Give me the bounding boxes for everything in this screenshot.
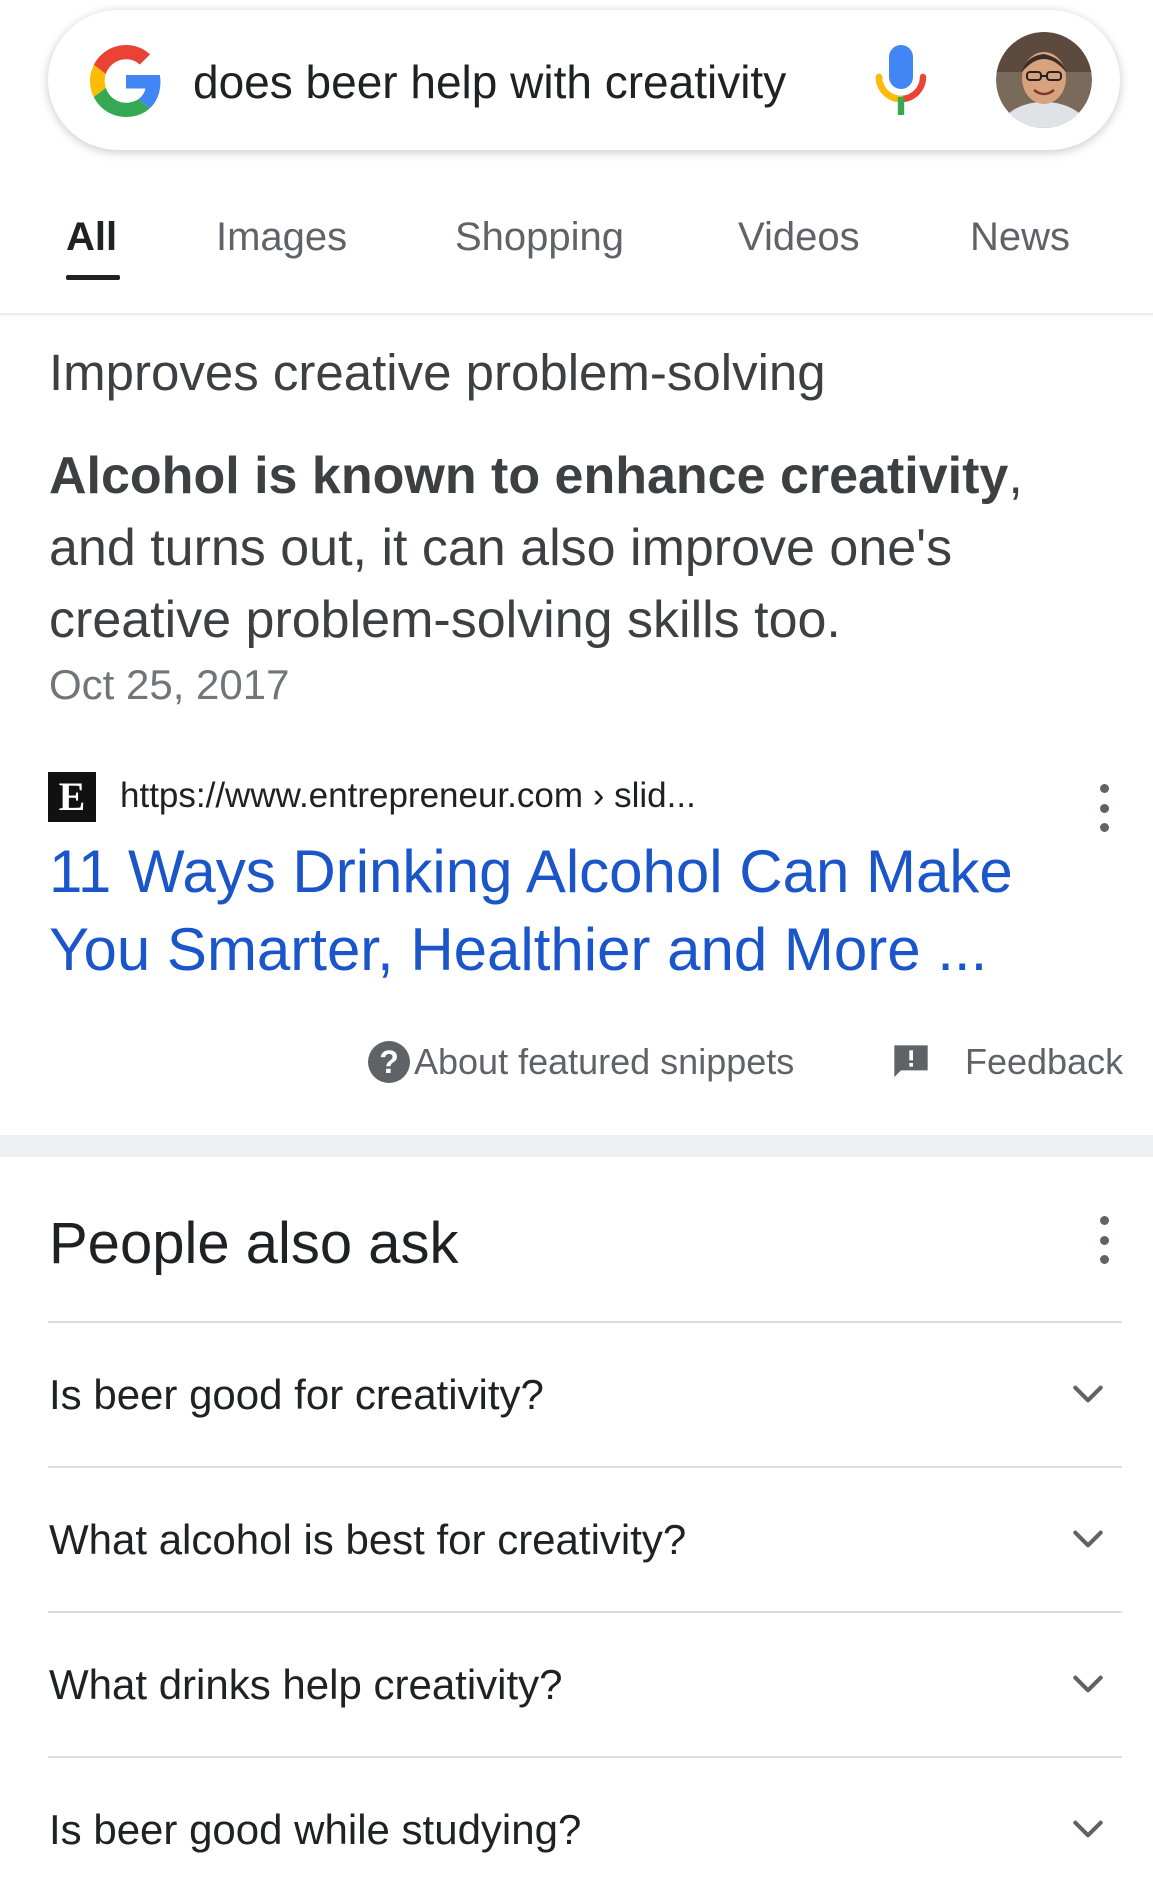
paa-question-item[interactable]: What alcohol is best for creativity? (48, 1466, 1122, 1611)
people-also-ask-more-options-icon[interactable] (1092, 1216, 1116, 1264)
section-divider (0, 1135, 1153, 1157)
chevron-down-icon (1073, 1820, 1103, 1838)
google-g-icon (90, 45, 161, 117)
tab-all[interactable]: All (66, 213, 117, 261)
feedback-button[interactable]: Feedback (891, 1040, 1123, 1084)
result-title-link[interactable]: 11 Ways Drinking Alcohol Can Make You Sm… (49, 833, 1109, 989)
snippet-body: Alcohol is known to enhance creativity, … (49, 440, 1109, 656)
tab-images[interactable]: Images (216, 213, 347, 261)
tab-news[interactable]: News (970, 213, 1070, 261)
paa-question-item[interactable]: Is beer good for creativity? (48, 1321, 1122, 1466)
user-avatar[interactable] (996, 32, 1092, 128)
about-featured-snippets-link[interactable]: ? About featured snippets (368, 1040, 794, 1084)
paa-question-text: What drinks help creativity? (49, 1661, 563, 1708)
tab-shopping[interactable]: Shopping (455, 213, 624, 261)
snippet-date: Oct 25, 2017 (49, 661, 290, 708)
snippet-heading: Improves creative problem-solving (49, 344, 826, 401)
microphone-icon[interactable] (873, 45, 929, 117)
search-input[interactable]: does beer help with creativity (193, 56, 786, 108)
paa-question-item[interactable]: Is beer good while studying? (48, 1756, 1122, 1901)
chevron-down-icon (1073, 1675, 1103, 1693)
result-more-options-icon[interactable] (1092, 784, 1116, 832)
feedback-label: Feedback (965, 1041, 1124, 1082)
active-tab-indicator (66, 275, 120, 280)
search-tabs: All Images Shopping Videos News (0, 195, 1153, 315)
paa-question-text: Is beer good while studying? (49, 1806, 582, 1853)
about-featured-snippets-label: About featured snippets (414, 1041, 795, 1082)
help-circle-icon: ? (368, 1041, 410, 1083)
source-url[interactable]: https://www.entrepreneur.com › slid... (120, 774, 696, 818)
people-also-ask-title: People also ask (49, 1211, 459, 1276)
chevron-down-icon (1073, 1530, 1103, 1548)
paa-question-text: What alcohol is best for creativity? (49, 1516, 687, 1563)
tab-videos[interactable]: Videos (738, 213, 860, 261)
tabs-divider (0, 313, 1153, 317)
paa-question-item[interactable]: What drinks help creativity? (48, 1611, 1122, 1756)
feedback-icon (894, 1045, 928, 1077)
snippet-body-bold: Alcohol is known to enhance creativity (49, 447, 1009, 505)
paa-question-text: Is beer good for creativity? (49, 1371, 544, 1418)
source-favicon: E (48, 772, 96, 822)
search-bar[interactable]: does beer help with creativity (48, 10, 1120, 150)
people-also-ask-list: Is beer good for creativity? What alcoho… (48, 1321, 1122, 1901)
chevron-down-icon (1073, 1385, 1103, 1403)
